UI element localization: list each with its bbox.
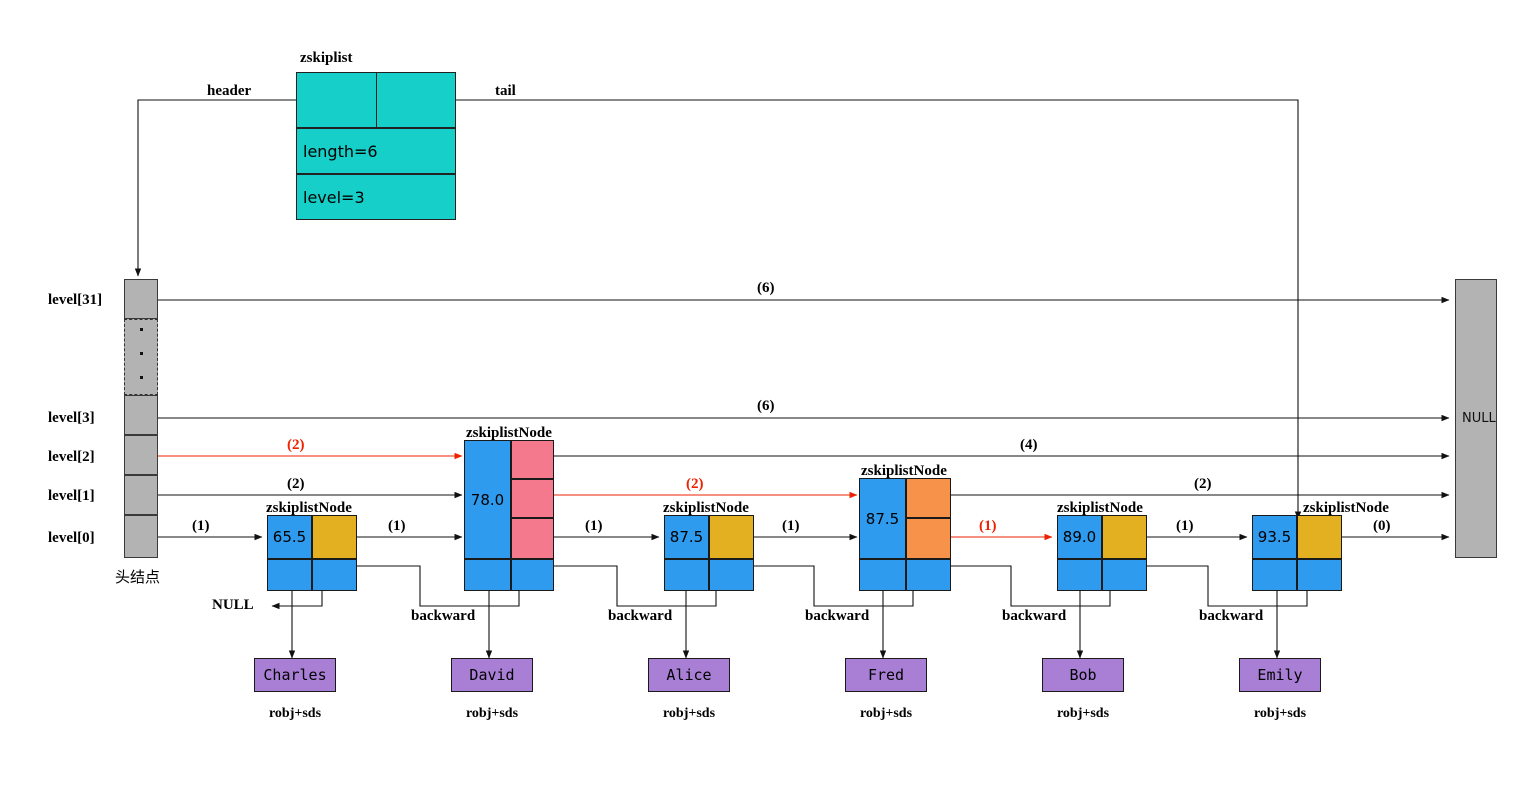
header-level-0-cell	[124, 515, 158, 558]
ellipsis-dot	[140, 352, 143, 355]
span-level2-0: (2)	[287, 437, 305, 453]
node-backward-ptr-david	[511, 559, 554, 591]
backward-label-fred: backward	[805, 608, 870, 624]
head-node-caption: 头结点	[115, 568, 161, 586]
span-level0-0: (1)	[192, 518, 210, 534]
header-level-2-label: level[2]	[48, 449, 95, 465]
span-level1-2: (2)	[1194, 476, 1212, 492]
ellipsis-dot	[140, 328, 143, 331]
node-level0-forward-alice	[709, 515, 754, 559]
obj-caption-bob: robj+sds	[1056, 706, 1110, 721]
node-level1-forward-fred	[906, 478, 951, 518]
obj-caption-fred: robj+sds	[859, 706, 913, 721]
obj-box-david: David	[451, 658, 533, 692]
node-backward-ptr-alice	[709, 559, 754, 591]
node-level2-forward-david	[511, 440, 554, 479]
node-obj-ptr-emily	[1252, 559, 1297, 591]
obj-box-alice: Alice	[648, 658, 730, 692]
node-score-fred: 87.5	[859, 478, 906, 559]
node-level0-forward-david	[511, 518, 554, 559]
span-level2-1: (4)	[1020, 437, 1038, 453]
zskiplist-level-field: level=3	[296, 174, 456, 220]
node-level0-forward-fred	[906, 518, 951, 559]
node-obj-ptr-bob	[1057, 559, 1102, 591]
node-obj-ptr-fred	[859, 559, 906, 591]
node-level0-forward-emily	[1297, 515, 1342, 559]
zskiplist-length-field: length=6	[296, 128, 456, 174]
node-score-charles: 65.5	[267, 515, 312, 559]
backward-label-emily: backward	[1199, 608, 1264, 624]
node-score-alice: 87.5	[664, 515, 709, 559]
span-level0-1: (1)	[388, 518, 406, 534]
backward-null-label: NULL	[212, 597, 254, 613]
header-level-0-label: level[0]	[48, 530, 95, 546]
header-level-1-label: level[1]	[48, 488, 95, 504]
node-obj-ptr-charles	[267, 559, 312, 591]
span-level1-0: (2)	[287, 476, 305, 492]
obj-box-emily: Emily	[1239, 658, 1321, 692]
node-backward-ptr-fred	[906, 559, 951, 591]
obj-caption-emily: robj+sds	[1253, 706, 1307, 721]
header-level-2-cell	[124, 435, 158, 475]
span-level0-3: (1)	[782, 518, 800, 534]
node-level1-forward-david	[511, 479, 554, 518]
obj-box-bob: Bob	[1042, 658, 1124, 692]
header-level-3-cell	[124, 395, 158, 435]
backward-label-david: backward	[411, 608, 476, 624]
obj-box-charles: Charles	[254, 658, 336, 692]
node-backward-ptr-emily	[1297, 559, 1342, 591]
obj-box-fred: Fred	[845, 658, 927, 692]
node-score-emily: 93.5	[1252, 515, 1297, 559]
span-level0-6: (0)	[1373, 518, 1391, 534]
header-level-1-cell	[124, 475, 158, 515]
skiplist-diagram: zskiplist length=6 level=3 header tail l…	[0, 0, 1535, 787]
node-level0-forward-charles	[312, 515, 357, 559]
node-backward-ptr-bob	[1102, 559, 1147, 591]
span-level0-5: (1)	[1176, 518, 1194, 534]
tail-pointer-label: tail	[495, 83, 516, 99]
backward-label-alice: backward	[608, 608, 673, 624]
node-obj-ptr-alice	[664, 559, 709, 591]
node-backward-ptr-charles	[312, 559, 357, 591]
header-level-3-label: level[3]	[48, 410, 95, 426]
header-level-ellipsis-cell	[124, 319, 158, 395]
ellipsis-dot	[140, 376, 143, 379]
header-level-31-cell	[124, 279, 158, 319]
tail-null-column: NULL	[1455, 279, 1497, 558]
obj-caption-david: robj+sds	[465, 706, 519, 721]
node-score-david: 78.0	[464, 440, 511, 559]
span-level0-2: (1)	[585, 518, 603, 534]
header-level-31-label: level[31]	[48, 292, 103, 308]
span-level0-4: (1)	[979, 518, 997, 534]
node-score-bob: 89.0	[1057, 515, 1102, 559]
zskiplist-tail-cell	[376, 72, 456, 128]
span-level1-1: (2)	[686, 476, 704, 492]
backward-label-bob: backward	[1002, 608, 1067, 624]
header-pointer-label: header	[207, 83, 252, 99]
obj-caption-charles: robj+sds	[268, 706, 322, 721]
node-level0-forward-bob	[1102, 515, 1147, 559]
obj-caption-alice: robj+sds	[662, 706, 716, 721]
span-level31-0: (6)	[757, 280, 775, 296]
span-level3-0: (6)	[757, 398, 775, 414]
zskiplist-title: zskiplist	[300, 50, 353, 66]
node-obj-ptr-david	[464, 559, 511, 591]
